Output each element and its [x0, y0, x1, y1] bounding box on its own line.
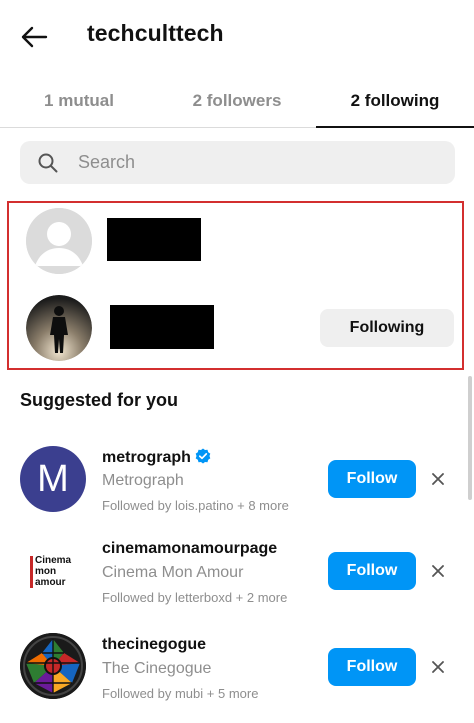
verified-badge-icon	[195, 448, 211, 464]
follow-button[interactable]: Follow	[328, 648, 416, 686]
following-button[interactable]: Following	[320, 309, 454, 347]
suggestion-followed-by: Followed by letterboxd + 2 more	[102, 590, 288, 605]
tab-following[interactable]: 2 following	[316, 74, 474, 128]
avatar-default[interactable]	[26, 208, 92, 274]
suggestion-full-name: Cinema Mon Amour	[102, 564, 244, 581]
avatar-letter: M	[37, 457, 69, 500]
suggestion-username[interactable]: metrograph	[102, 448, 211, 467]
redacted-username	[107, 218, 201, 261]
suggestion-username[interactable]: cinemamonamourpage	[102, 540, 277, 558]
avatar-cinemamonamour[interactable]: Cinema mon amour	[20, 538, 86, 604]
avatar-metrograph[interactable]: M	[20, 446, 86, 512]
suggestion-full-name: Metrograph	[102, 472, 184, 489]
section-title: Suggested for you	[20, 390, 179, 410]
follow-button[interactable]: Follow	[328, 460, 416, 498]
follow-button[interactable]: Follow	[328, 552, 416, 590]
active-tab-indicator	[316, 126, 474, 128]
default-avatar-icon	[26, 208, 92, 274]
dismiss-button[interactable]	[428, 657, 448, 677]
suggestion-row-cinemamonamour: Cinema mon amour cinemamonamourpage Cine…	[0, 530, 474, 616]
avatar-text-line: Cinema	[35, 555, 72, 566]
suggestion-full-name: The Cinegogue	[102, 660, 212, 677]
dismiss-button[interactable]	[428, 561, 448, 581]
avatar-text-line: mon	[35, 566, 57, 577]
avatar-accent-bar	[30, 556, 33, 588]
tab-followers[interactable]: 2 followers	[158, 74, 316, 128]
tab-bar: 1 mutual 2 followers 2 following	[0, 74, 474, 128]
suggestion-username[interactable]: thecinegogue	[102, 636, 206, 654]
page-title: techculttech	[87, 20, 224, 46]
avatar-text-line: amour	[35, 577, 66, 588]
suggestion-followed-by: Followed by mubi + 5 more	[102, 686, 259, 701]
suggestion-row-cinegogue: thecinegogue The Cinegogue Followed by m…	[0, 626, 474, 712]
search-bar[interactable]	[20, 141, 455, 184]
silhouette-photo-icon	[26, 295, 92, 361]
redacted-username	[110, 305, 214, 349]
arrow-left-icon	[21, 26, 48, 48]
close-icon	[432, 565, 444, 577]
header: techculttech	[0, 0, 474, 74]
dismiss-button[interactable]	[428, 469, 448, 489]
scrollbar[interactable]	[468, 376, 472, 500]
search-input[interactable]	[78, 152, 398, 173]
tab-mutual[interactable]: 1 mutual	[0, 74, 158, 128]
suggestion-row-metrograph: M metrograph Metrograph Followed by lois…	[0, 438, 474, 524]
search-icon	[38, 153, 58, 172]
suggestion-followed-by: Followed by lois.patino + 8 more	[102, 498, 289, 513]
back-button[interactable]	[14, 20, 54, 54]
stained-glass-icon	[20, 633, 86, 699]
avatar-cinegogue[interactable]	[20, 633, 86, 699]
close-icon	[432, 473, 444, 485]
close-icon	[432, 661, 444, 673]
avatar-silhouette[interactable]	[26, 295, 92, 361]
